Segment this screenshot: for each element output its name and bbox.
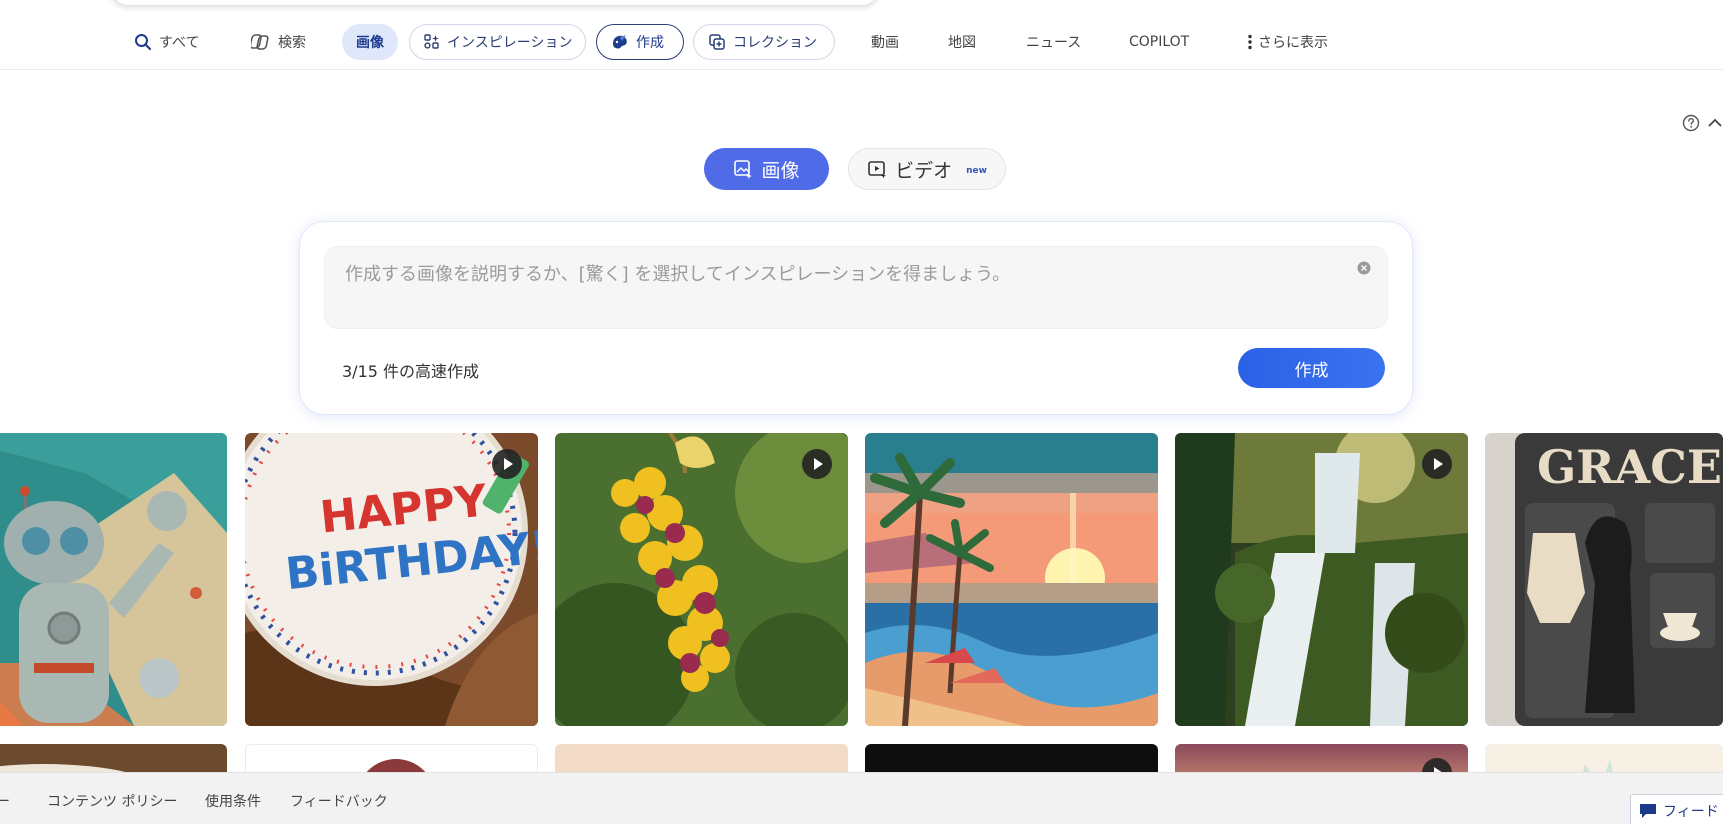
tab-all[interactable]: すべて bbox=[120, 24, 213, 60]
footer-link-feedback[interactable]: フィードバック bbox=[290, 791, 388, 811]
create-card: 3/15 件の高速作成 作成 bbox=[300, 222, 1412, 414]
tab-copilot[interactable]: COPILOT bbox=[1115, 24, 1203, 60]
tab-images[interactable]: 画像 bbox=[342, 24, 398, 60]
sparkle-grid-icon bbox=[424, 34, 439, 49]
chevron-up-icon[interactable] bbox=[1707, 114, 1723, 132]
new-badge: new bbox=[966, 166, 987, 176]
image-create-icon bbox=[734, 160, 753, 179]
tab-inspiration-label: インスピレーション bbox=[447, 35, 573, 51]
video-mode-label: ビデオ bbox=[895, 159, 953, 182]
image-mode-label: 画像 bbox=[761, 159, 800, 182]
gallery-tile-dog[interactable]: GRACE bbox=[1485, 433, 1723, 726]
clear-icon[interactable] bbox=[1357, 261, 1371, 275]
tab-create[interactable]: 作成 bbox=[596, 24, 684, 60]
footer: ー コンテンツ ポリシー 使用条件 フィードバック bbox=[0, 772, 1723, 824]
nav-bar: すべて 検索 画像 インスピレーション 作成 コレクション 動画 地図 ニュース… bbox=[0, 20, 1723, 70]
feedback-button-label: フィード bbox=[1663, 804, 1719, 820]
create-button[interactable]: 作成 bbox=[1238, 348, 1385, 388]
tab-more[interactable]: さらに表示 bbox=[1234, 24, 1342, 60]
tab-collections[interactable]: コレクション bbox=[693, 24, 835, 60]
copilot-icon bbox=[251, 34, 269, 50]
prompt-box[interactable] bbox=[324, 246, 1388, 329]
nameplate-text: GRACE bbox=[1537, 440, 1722, 494]
play-icon[interactable] bbox=[1422, 449, 1452, 479]
collection-icon bbox=[709, 34, 725, 50]
tab-images-label: 画像 bbox=[356, 35, 384, 51]
dog-nameplate-image: GRACE bbox=[1485, 433, 1723, 726]
tab-news-label: ニュース bbox=[1026, 35, 1082, 51]
help-icon[interactable] bbox=[1682, 114, 1700, 132]
play-icon[interactable] bbox=[802, 449, 832, 479]
tab-search-label: 検索 bbox=[278, 35, 306, 51]
tab-videos-label: 動画 bbox=[871, 35, 899, 51]
tab-more-label: さらに表示 bbox=[1258, 35, 1328, 51]
footer-link-privacy[interactable]: ー bbox=[0, 791, 10, 811]
tab-all-label: すべて bbox=[159, 35, 200, 51]
tab-maps[interactable]: 地図 bbox=[934, 24, 990, 60]
feedback-button[interactable]: フィード bbox=[1630, 794, 1723, 824]
tab-videos[interactable]: 動画 bbox=[857, 24, 913, 60]
search-icon bbox=[135, 34, 152, 51]
gallery-tile-flowers[interactable] bbox=[555, 433, 848, 726]
tab-copilot-label: COPILOT bbox=[1129, 34, 1190, 50]
image-mode-button[interactable]: 画像 bbox=[704, 148, 829, 190]
nav-divider bbox=[0, 69, 1723, 70]
tab-collections-label: コレクション bbox=[733, 35, 817, 51]
pixel-beach-image bbox=[865, 433, 1158, 726]
feedback-icon bbox=[1640, 804, 1656, 818]
boost-count: 3/15 件の高速作成 bbox=[342, 362, 480, 381]
tab-inspiration[interactable]: インスピレーション bbox=[409, 24, 586, 60]
search-box[interactable] bbox=[110, 0, 880, 6]
gallery-tile-birthday-cake[interactable]: HAPPY BiRTHDAY! bbox=[245, 433, 538, 726]
footer-link-terms[interactable]: 使用条件 bbox=[205, 791, 261, 811]
gallery-tile-waterfall[interactable] bbox=[1175, 433, 1468, 726]
more-vertical-icon bbox=[1248, 34, 1252, 50]
footer-link-content-policy[interactable]: コンテンツ ポリシー bbox=[47, 791, 177, 811]
tab-search[interactable]: 検索 bbox=[237, 24, 320, 60]
video-create-icon bbox=[868, 161, 887, 179]
gallery-tile-robot[interactable] bbox=[0, 433, 227, 726]
tab-maps-label: 地図 bbox=[948, 35, 976, 51]
prompt-input[interactable] bbox=[345, 259, 1325, 289]
gallery-tile-beach[interactable] bbox=[865, 433, 1158, 726]
robot-image bbox=[0, 433, 227, 726]
tab-news[interactable]: ニュース bbox=[1012, 24, 1095, 60]
play-icon[interactable] bbox=[492, 449, 522, 479]
tab-create-label: 作成 bbox=[636, 35, 664, 51]
video-mode-button[interactable]: ビデオ new bbox=[848, 148, 1006, 190]
palette-icon bbox=[613, 35, 627, 49]
